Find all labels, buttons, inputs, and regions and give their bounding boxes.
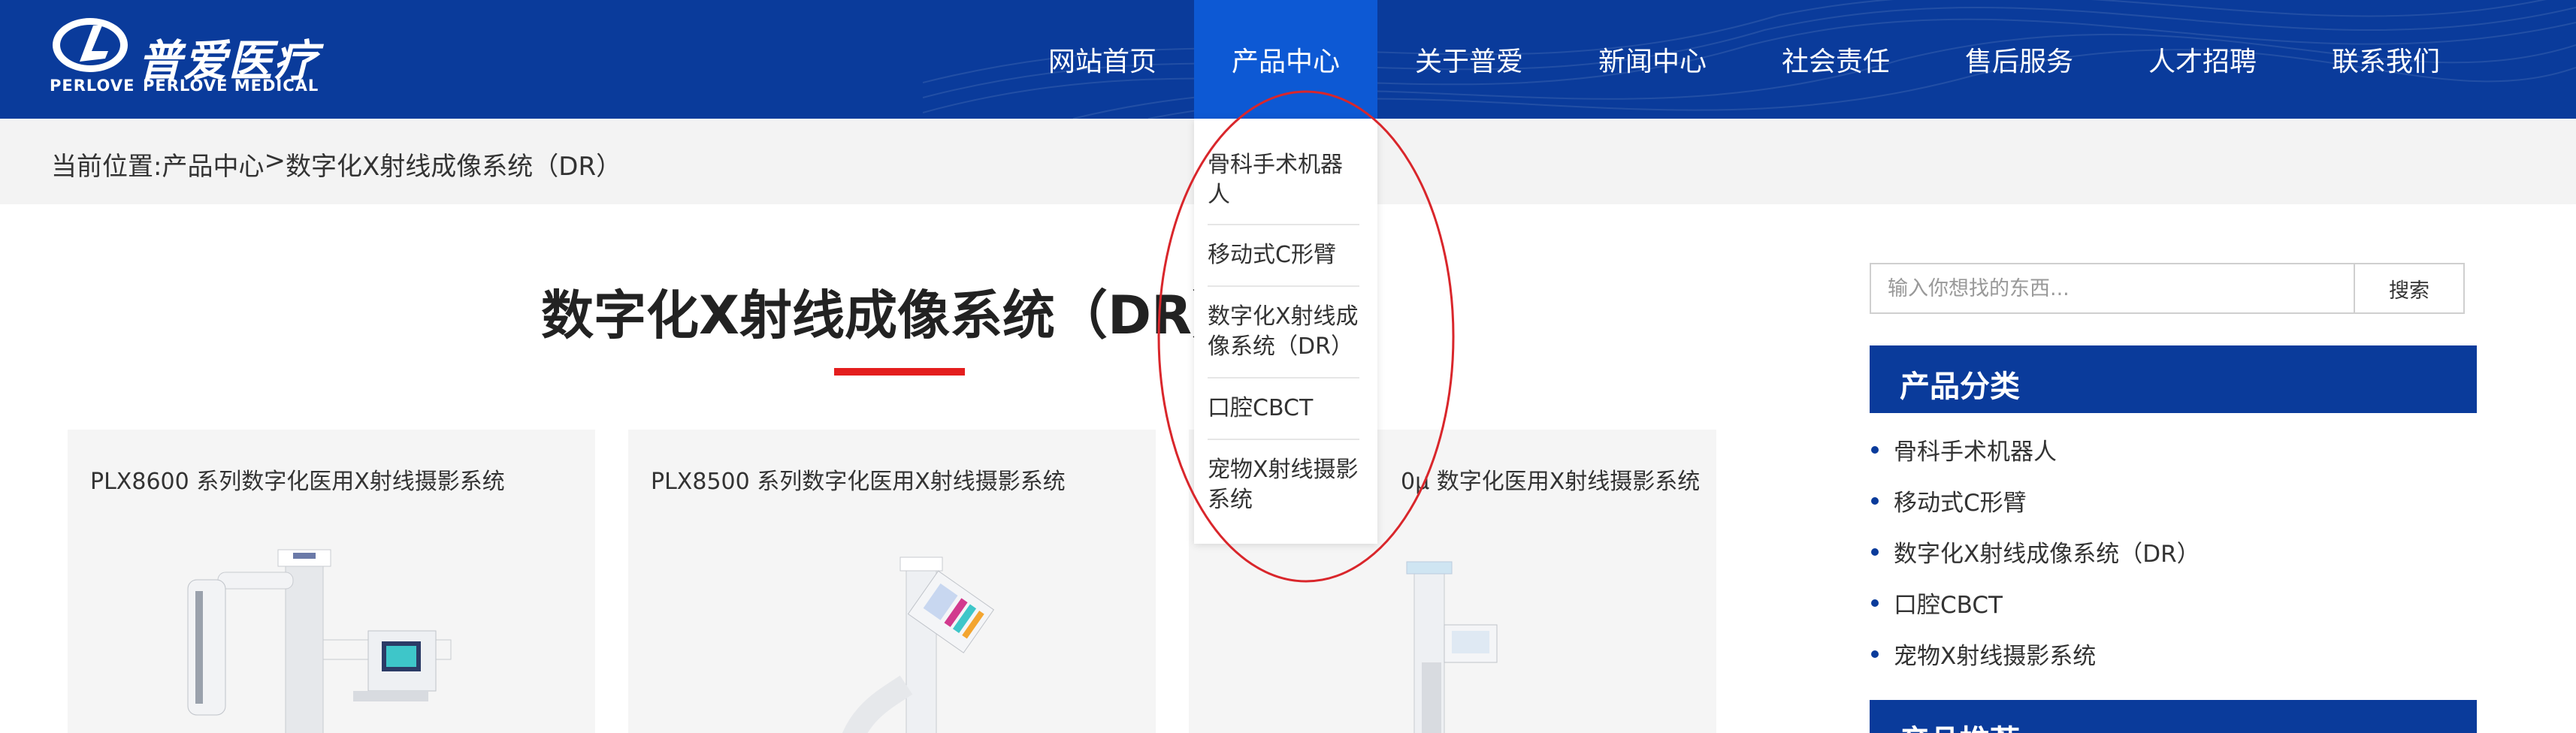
dropdown-divider [1208,377,1359,379]
category-item-label: 数字化X射线成像系统（DR） [1894,541,2200,568]
nav-item-after-sales[interactable]: 售后服务 [1927,0,2111,119]
dropdown-item-mobile-c-arm[interactable]: 移动式C形臂 [1208,240,1359,270]
category-item-label: 骨科手术机器人 [1894,439,2057,466]
category-item-dr-system[interactable]: 数字化X射线成像系统（DR） [1870,535,2200,569]
products-dropdown-menu: 骨科手术机器人 移动式C形臂 数字化X射线成像系统（DR） 口腔CBCT 宠物X… [1194,119,1377,544]
nav-item-careers[interactable]: 人才招聘 [2111,0,2294,119]
category-item-dental-cbct[interactable]: 口腔CBCT [1870,586,2003,620]
nav-item-news[interactable]: 新闻中心 [1561,0,1744,119]
product-card[interactable]: PLX8600 系列数字化医用X射线摄影系统 [68,430,595,733]
search-box: 搜索 [1870,263,2465,314]
dropdown-item-orthopedic-robot[interactable]: 骨科手术机器人 [1208,150,1359,210]
search-input[interactable] [1871,264,2355,312]
nav-item-contact[interactable]: 联系我们 [2294,0,2478,119]
dropdown-item-dental-cbct[interactable]: 口腔CBCT [1208,394,1359,424]
page-title: 数字化X射线成像系统（DR） [541,285,1244,346]
product-card-title[interactable]: PLX8500 系列数字化医用X射线摄影系统 [651,463,1066,496]
x-ray-machine-image [1406,561,1498,733]
nav-item-about[interactable]: 关于普爱 [1377,0,1561,119]
site-logo[interactable]: 普爱医疗 PERLOVE PERLOVE MEDICAL [50,15,320,105]
x-ray-machine-image [842,557,995,733]
category-item-orthopedic-robot[interactable]: 骨科手术机器人 [1870,433,2057,466]
breadcrumb-separator: > [264,146,286,176]
logo-mark-icon [53,18,128,72]
category-item-label: 移动式C形臂 [1894,490,2027,517]
recommend-heading-bar: 产品推荐 [1870,700,2477,733]
recommend-heading: 产品推荐 [1900,716,2020,733]
bullet-icon [1871,445,1879,454]
category-item-mobile-c-arm[interactable]: 移动式C形臂 [1870,484,2027,517]
breadcrumb-link-products[interactable]: 产品中心 [162,146,264,182]
nav-item-social-responsibility[interactable]: 社会责任 [1744,0,1927,119]
logo-english-short: PERLOVE [50,77,135,95]
bullet-icon [1871,547,1879,556]
dropdown-item-pet-xray[interactable]: 宠物X射线摄影系统 [1208,455,1359,515]
breadcrumb-current: 数字化X射线成像系统（DR） [285,152,622,182]
category-item-pet-xray[interactable]: 宠物X射线摄影系统 [1870,637,2096,671]
dropdown-divider [1208,224,1359,225]
bullet-icon [1871,599,1879,607]
category-item-label: 口腔CBCT [1894,592,2003,619]
breadcrumb-prefix: 当前位置: [51,152,162,182]
breadcrumb: 当前位置: 产品中心 > 数字化X射线成像系统（DR） [51,146,621,182]
site-header: 普爱医疗 PERLOVE PERLOVE MEDICAL 网站首页 产品中心 关… [0,0,2576,119]
product-card[interactable]: PLX8500 系列数字化医用X射线摄影系统 [628,430,1156,733]
category-heading: 产品分类 [1900,370,2020,404]
product-card-title[interactable]: PLX8600 系列数字化医用X射线摄影系统 [90,463,505,496]
x-ray-machine-image [187,549,452,733]
dropdown-divider [1208,439,1359,440]
bullet-icon [1871,496,1879,505]
category-heading-bar: 产品分类 [1870,345,2477,413]
nav-item-home[interactable]: 网站首页 [1011,0,1194,119]
logo-english-name: PERLOVE MEDICAL [143,77,319,95]
nav-item-products[interactable]: 产品中心 [1194,0,1377,119]
search-button[interactable]: 搜索 [2354,264,2463,312]
dropdown-divider [1208,285,1359,287]
title-underline [834,368,965,376]
main-nav: 网站首页 产品中心 关于普爱 新闻中心 社会责任 售后服务 人才招聘 联系我们 [1011,0,2478,119]
bullet-icon [1871,650,1879,658]
category-item-label: 宠物X射线摄影系统 [1894,643,2097,670]
product-card-title[interactable]: 0μ 数字化医用X射线摄影系统 [1401,463,1700,496]
dropdown-item-dr-system[interactable]: 数字化X射线成像系统（DR） [1208,302,1359,362]
